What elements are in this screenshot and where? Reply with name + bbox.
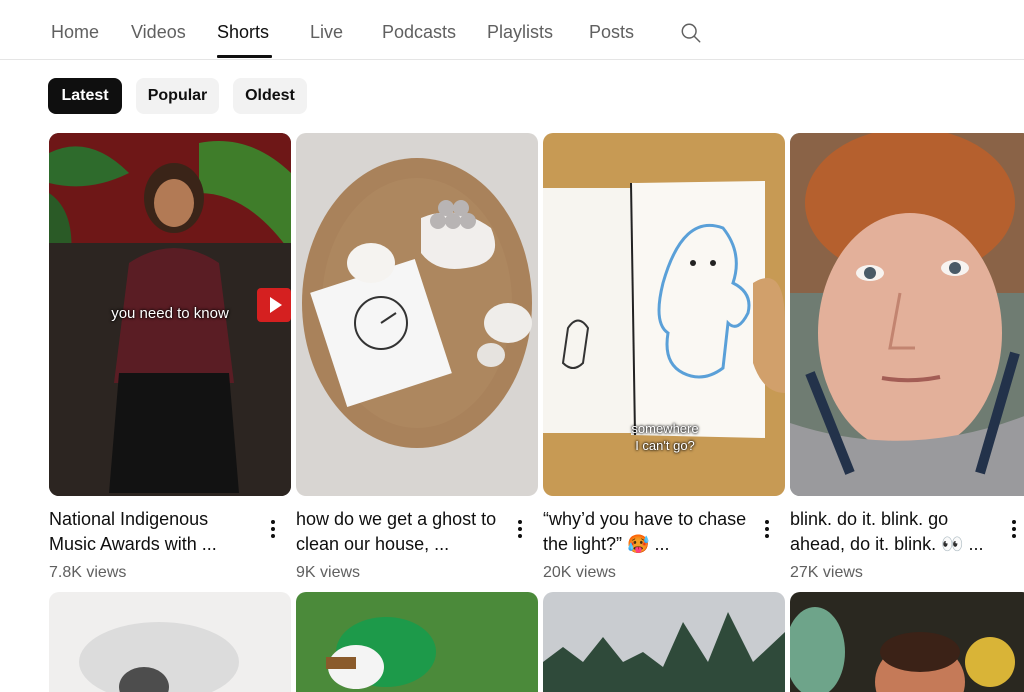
short-thumbnail[interactable]	[543, 592, 785, 692]
tab-posts[interactable]: Posts	[589, 21, 634, 43]
more-options-icon[interactable]	[508, 517, 532, 541]
short-title[interactable]: blink. do it. blink. go ahead, do it. bl…	[790, 507, 995, 557]
tab-shorts[interactable]: Shorts	[217, 21, 269, 43]
chip-oldest[interactable]: Oldest	[233, 78, 307, 114]
tab-videos[interactable]: Videos	[131, 21, 186, 43]
short-thumbnail[interactable]	[49, 592, 291, 692]
more-options-icon[interactable]	[755, 517, 779, 541]
short-title[interactable]: how do we get a ghost to clean our house…	[296, 507, 501, 557]
short-thumbnail[interactable]	[296, 592, 538, 692]
chip-latest[interactable]: Latest	[48, 78, 122, 114]
tab-home[interactable]: Home	[51, 21, 99, 43]
short-thumbnail[interactable]	[790, 592, 1024, 692]
short-overlay-caption: you need to know	[111, 305, 229, 322]
tab-podcasts[interactable]: Podcasts	[382, 21, 456, 43]
short-overlay-caption: somewhere I can't go?	[631, 421, 699, 453]
tab-live[interactable]: Live	[310, 21, 343, 43]
short-views: 27K views	[790, 564, 863, 581]
short-views: 7.8K views	[49, 564, 127, 581]
chip-popular[interactable]: Popular	[136, 78, 219, 114]
short-thumbnail[interactable]: somewhere I can't go?	[543, 133, 785, 496]
search-icon[interactable]	[680, 22, 702, 49]
short-thumbnail[interactable]	[790, 133, 1024, 496]
more-options-icon[interactable]	[261, 517, 285, 541]
channel-tabs: Home Videos Shorts Live Podcasts Playlis…	[0, 0, 1024, 60]
short-title[interactable]: “why’d you have to chase the light?” 🥵 .…	[543, 507, 748, 557]
tab-playlists[interactable]: Playlists	[487, 21, 553, 43]
short-thumbnail[interactable]: you need to know	[49, 133, 291, 496]
short-title[interactable]: National Indigenous Music Awards with ..…	[49, 507, 254, 557]
more-options-icon[interactable]	[1002, 517, 1024, 541]
short-thumbnail[interactable]	[296, 133, 538, 496]
active-tab-indicator	[217, 55, 272, 58]
short-views: 9K views	[296, 564, 361, 581]
short-views: 20K views	[543, 564, 616, 581]
